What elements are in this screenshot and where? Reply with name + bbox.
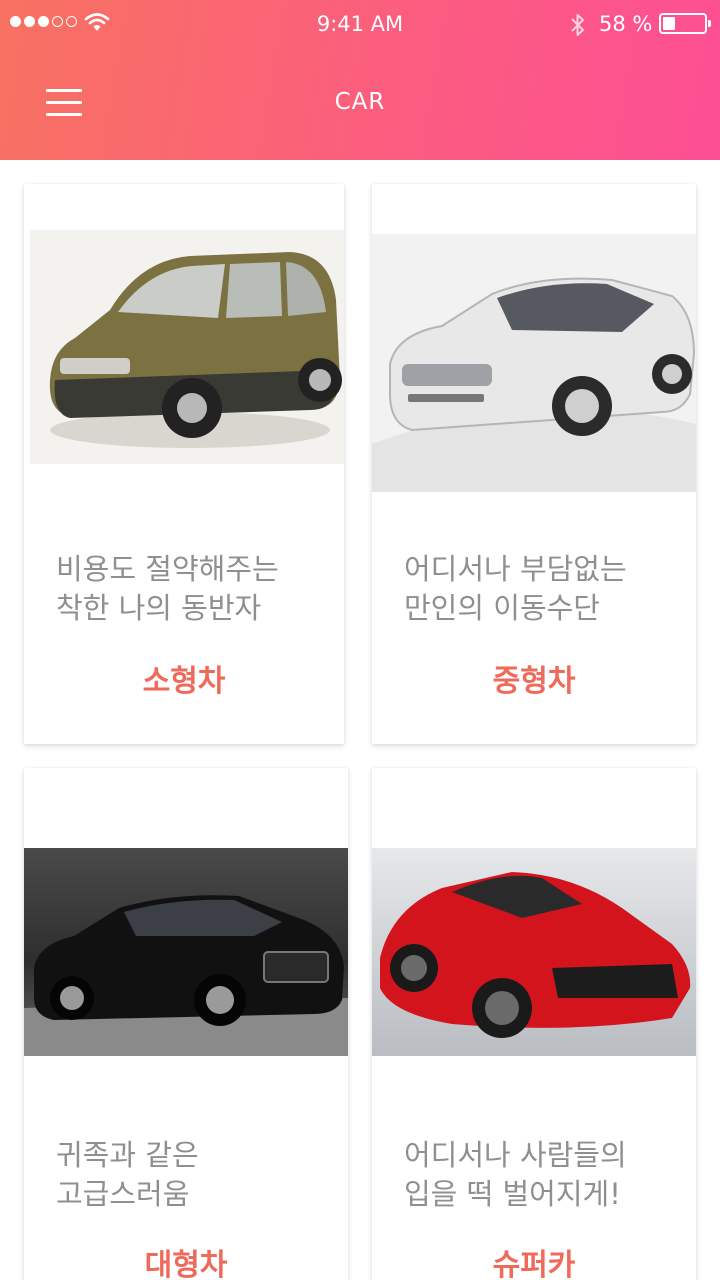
car-card-large[interactable]: 귀족과 같은 고급스러움 대형차: [24, 768, 348, 1280]
car-image-large: [24, 848, 348, 1056]
car-image-supercar: [372, 848, 696, 1056]
app-header: 9:41 AM 58 % CAR: [0, 0, 720, 160]
category-label-large[interactable]: 대형차: [24, 1240, 348, 1280]
car-card-midsize[interactable]: 어디서나 부담없는 만인의 이동수단 중형차: [372, 184, 696, 744]
car-card-compact[interactable]: 비용도 절약해주는 착한 나의 동반자 소형차: [24, 184, 344, 744]
card-description: 어디서나 사람들의 입을 떡 벌어지게!: [404, 1138, 627, 1211]
card-description: 비용도 절약해주는 착한 나의 동반자: [56, 552, 279, 625]
car-card-supercar[interactable]: 어디서나 사람들의 입을 떡 벌어지게! 슈퍼카: [372, 768, 696, 1280]
category-label-compact[interactable]: 소형차: [24, 656, 344, 700]
bluetooth-icon: [571, 14, 584, 36]
category-label-midsize[interactable]: 중형차: [372, 656, 696, 700]
battery-percent: 58 %: [599, 12, 653, 36]
page-title: CAR: [334, 89, 386, 115]
car-image-midsize: [372, 234, 696, 492]
card-description: 귀족과 같은 고급스러움: [56, 1138, 199, 1211]
status-bar: 9:41 AM 58 %: [0, 0, 720, 48]
category-label-supercar[interactable]: 슈퍼카: [372, 1240, 696, 1280]
battery-icon: [659, 13, 711, 34]
car-image-compact: [30, 230, 344, 464]
card-description: 어디서나 부담없는 만인의 이동수단: [404, 552, 627, 625]
